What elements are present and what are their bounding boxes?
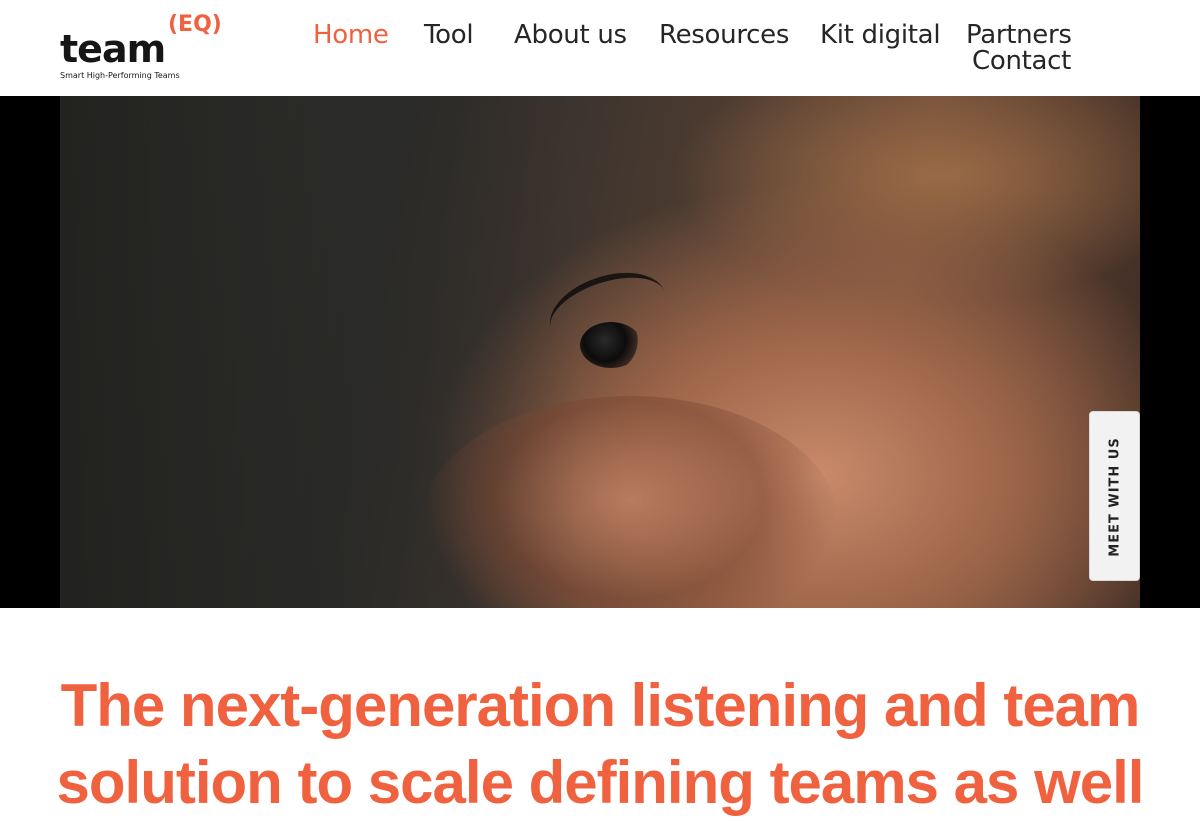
nav-resources[interactable]: Resources	[659, 22, 789, 48]
headline-line-2: solution to scale defining teams as well	[56, 748, 1145, 816]
nav-kit-digital[interactable]: Kit digital	[820, 22, 941, 48]
logo-tagline: Smart High-Performing Teams	[60, 71, 180, 80]
hero-eye	[580, 322, 642, 368]
headline-line-1: The next-generation listening and team	[60, 672, 1141, 739]
nav-tool[interactable]: Tool	[424, 22, 474, 48]
page-headline: The next-generation listening and team s…	[0, 668, 1200, 822]
site-header: team (EQ) Smart High-Performing Teams Ho…	[0, 0, 1200, 96]
hero-section: MEET WITH US	[0, 96, 1200, 608]
meet-with-us-button[interactable]: MEET WITH US	[1089, 411, 1140, 581]
logo[interactable]: team (EQ) Smart High-Performing Teams	[60, 14, 230, 84]
hero-video	[60, 96, 1140, 608]
meet-with-us-label: MEET WITH US	[1107, 437, 1123, 557]
nav-contact[interactable]: Contact	[972, 48, 1071, 74]
nav-about-us[interactable]: About us	[514, 22, 627, 48]
logo-eq-mark: (EQ)	[168, 12, 222, 37]
nav-partners[interactable]: Partners	[966, 22, 1072, 48]
nav-home[interactable]: Home	[313, 22, 389, 48]
logo-wordmark: team	[60, 27, 166, 71]
